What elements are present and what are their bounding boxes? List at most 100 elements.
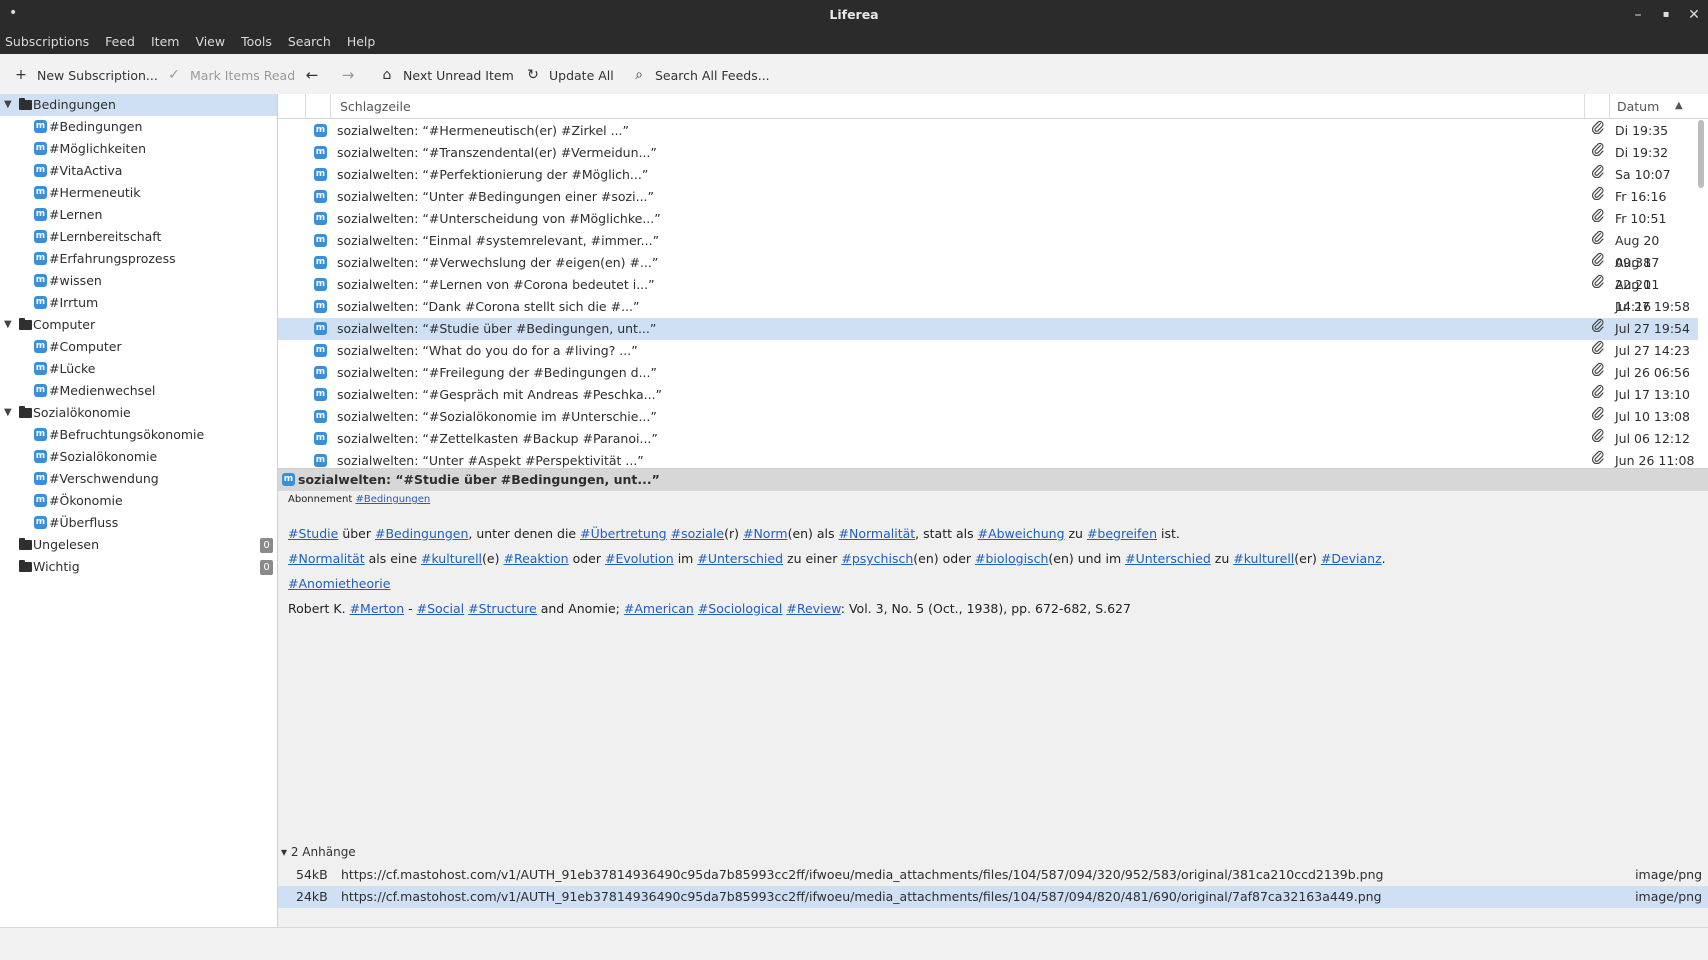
item-row[interactable]: m sozialwelten: “#Studie über #Bedingunge… — [278, 318, 1698, 340]
item-row[interactable]: m sozialwelten: “#Sozialökonomie im #Unte… — [278, 406, 1698, 428]
attachment-row[interactable]: 24kB https://cf.mastohost.com/v1/AUTH_91… — [278, 886, 1708, 908]
hashtag-link[interactable]: #Sociological — [698, 601, 783, 616]
mastodon-icon: m — [34, 252, 47, 265]
minimize-icon[interactable]: – — [1627, 5, 1649, 25]
scrollbar[interactable] — [1698, 120, 1704, 188]
feed-item[interactable]: m #Sozialökonomie — [0, 446, 277, 468]
expander-icon[interactable]: ▼ — [4, 314, 12, 336]
feed-item[interactable]: m #Computer — [0, 336, 277, 358]
hashtag-link[interactable]: #Structure — [468, 601, 537, 616]
feed-tree: ▼ Bedingungen m #Bedingungen m #Möglichkei… — [0, 94, 278, 927]
hashtag-link[interactable]: #psychisch — [841, 551, 913, 566]
attachment-row[interactable]: 54kB https://cf.mastohost.com/v1/AUTH_91… — [278, 864, 1708, 886]
attachments-toggle[interactable]: ▾ 2 Anhänge — [281, 845, 356, 859]
item-row[interactable]: m sozialwelten: “#Lernen von #Corona bede… — [278, 274, 1698, 314]
feed-item[interactable]: m #Erfahrungsprozess — [0, 248, 277, 270]
item-row[interactable]: m sozialwelten: “Unter #Aspekt #Perspekti… — [278, 450, 1698, 468]
folder-sozialoekonomie[interactable]: ▼ Sozialökonomie — [0, 402, 277, 424]
hashtag-link[interactable]: #Devianz — [1321, 551, 1382, 566]
item-row[interactable]: m sozialwelten: “#Unterscheidung von #Mög… — [278, 208, 1698, 230]
back-button[interactable]: ← — [303, 65, 321, 85]
item-row[interactable]: m sozialwelten: “#Perfektionierung der #M… — [278, 164, 1698, 186]
hashtag-link[interactable]: #Unterschied — [697, 551, 783, 566]
menu-item[interactable]: Item — [145, 30, 185, 49]
feed-item[interactable]: m #VitaActiva — [0, 160, 277, 182]
subscription-link[interactable]: #Bedingungen — [355, 494, 430, 505]
paperclip-icon — [1591, 208, 1604, 230]
maximize-icon[interactable]: ▪ — [1655, 5, 1677, 25]
item-row[interactable]: m sozialwelten: “Unter #Bedingungen einer… — [278, 186, 1698, 208]
feed-item[interactable]: m #Überfluss — [0, 512, 277, 534]
menu-subscriptions[interactable]: Subscriptions — [0, 30, 95, 49]
feed-label: #Computer — [49, 339, 122, 354]
column-headline[interactable]: Schlagzeile — [340, 99, 411, 114]
menu-help[interactable]: Help — [341, 30, 382, 49]
menu-tools[interactable]: Tools — [235, 30, 278, 49]
menu-feed[interactable]: Feed — [99, 30, 141, 49]
hashtag-link[interactable]: #Review — [786, 601, 840, 616]
hashtag-link[interactable]: #Studie — [288, 526, 338, 541]
hashtag-link[interactable]: #Normalität — [839, 526, 916, 541]
item-row[interactable]: m sozialwelten: “#Zettelkasten #Backup #P… — [278, 428, 1698, 450]
item-row[interactable]: m sozialwelten: “Dank #Corona stellt sich… — [278, 296, 1698, 318]
search-all-feeds-button[interactable]: ⌕ Search All Feeds... — [630, 65, 770, 85]
feed-item[interactable]: m #Lernen — [0, 204, 277, 226]
paperclip-icon — [1591, 384, 1604, 406]
folder-ungelesen[interactable]: Ungelesen 0 — [0, 534, 277, 556]
menu-search[interactable]: Search — [282, 30, 337, 49]
menu-view[interactable]: View — [189, 30, 231, 49]
hashtag-link[interactable]: #Übertretung — [580, 526, 667, 541]
feed-item[interactable]: m #Lücke — [0, 358, 277, 380]
forward-button[interactable]: → — [339, 65, 357, 85]
feed-item[interactable]: m #Hermeneutik — [0, 182, 277, 204]
mark-items-read-button[interactable]: ✓ Mark Items Read — [165, 65, 295, 85]
feed-item[interactable]: m #Irrtum — [0, 292, 277, 314]
next-unread-item-button[interactable]: ⌂ Next Unread Item — [378, 65, 514, 85]
hashtag-link[interactable]: #Evolution — [605, 551, 674, 566]
feed-item[interactable]: m #Medienwechsel — [0, 380, 277, 402]
feed-item[interactable]: m #Ökonomie — [0, 490, 277, 512]
hashtag-link[interactable]: #Anomietheorie — [288, 576, 390, 591]
item-row[interactable]: m sozialwelten: “Einmal #systemrelevant, … — [278, 230, 1698, 270]
hashtag-link[interactable]: #Normalität — [288, 551, 365, 566]
item-row[interactable]: m sozialwelten: “#Verwechslung der #eigen… — [278, 252, 1698, 292]
item-row[interactable]: m sozialwelten: “#Freilegung der #Bedingu… — [278, 362, 1698, 384]
hashtag-link[interactable]: #American — [624, 601, 694, 616]
folder-bedingungen[interactable]: ▼ Bedingungen — [0, 94, 277, 116]
feed-item[interactable]: m #Bedingungen — [0, 116, 277, 138]
hashtag-link[interactable]: #begreifen — [1087, 526, 1157, 541]
folder-computer[interactable]: ▼ Computer — [0, 314, 277, 336]
item-row[interactable]: m sozialwelten: “What do you do for a #li… — [278, 340, 1698, 362]
folder-icon — [19, 560, 32, 572]
update-all-button[interactable]: ↻ Update All — [524, 65, 614, 85]
hashtag-link[interactable]: #biologisch — [975, 551, 1048, 566]
feed-item[interactable]: m #Befruchtungsökonomie — [0, 424, 277, 446]
hashtag-link[interactable]: #Abweichung — [978, 526, 1065, 541]
feed-item[interactable]: m #Möglichkeiten — [0, 138, 277, 160]
hashtag-link[interactable]: #kulturell — [421, 551, 482, 566]
column-date[interactable]: Datum — [1617, 99, 1659, 114]
expander-icon[interactable]: ▼ — [4, 402, 12, 424]
new-subscription-button[interactable]: + New Subscription... — [12, 65, 158, 85]
paperclip-icon — [1591, 274, 1604, 296]
item-row[interactable]: m sozialwelten: “#Hermeneutisch(er) #Zirk… — [278, 120, 1698, 142]
hashtag-link[interactable]: #Social — [417, 601, 465, 616]
item-row[interactable]: m sozialwelten: “#Transzendental(er) #Ver… — [278, 142, 1698, 164]
feed-item[interactable]: m #wissen — [0, 270, 277, 292]
feed-item[interactable]: m #Verschwendung — [0, 468, 277, 490]
mastodon-icon: m — [34, 340, 47, 353]
hashtag-link[interactable]: #Reaktion — [503, 551, 568, 566]
feed-item[interactable]: m #Lernbereitschaft — [0, 226, 277, 248]
hashtag-link[interactable]: #Unterschied — [1125, 551, 1211, 566]
hashtag-link[interactable]: #Bedingungen — [375, 526, 468, 541]
hashtag-link[interactable]: #Merton — [350, 601, 405, 616]
close-icon[interactable]: ✕ — [1683, 5, 1705, 25]
sort-ascending-icon[interactable]: ▲ — [1675, 100, 1683, 111]
hashtag-link[interactable]: #kulturell — [1233, 551, 1294, 566]
folder-wichtig[interactable]: Wichtig 0 — [0, 556, 277, 578]
item-row[interactable]: m sozialwelten: “#Gespräch mit Andreas #P… — [278, 384, 1698, 406]
expander-icon[interactable]: ▼ — [4, 94, 12, 116]
hashtag-link[interactable]: #soziale — [671, 526, 725, 541]
text-segment: Robert K. — [288, 601, 350, 616]
hashtag-link[interactable]: #Norm — [743, 526, 788, 541]
